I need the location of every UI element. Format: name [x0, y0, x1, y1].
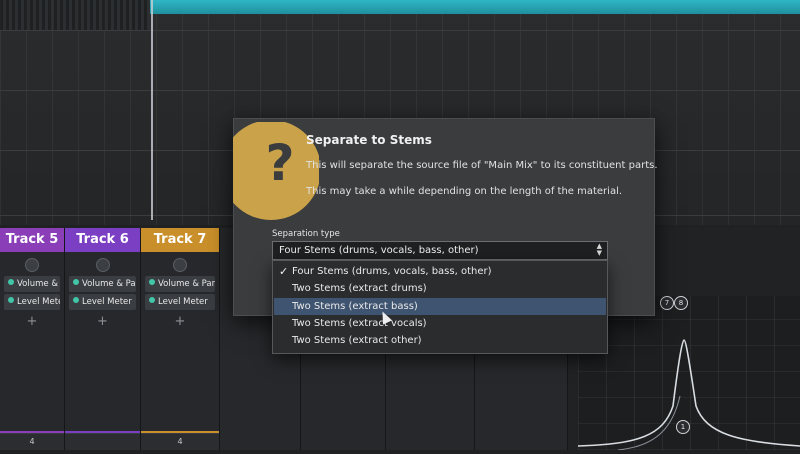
plugin-power-icon[interactable] [73, 297, 79, 303]
option-extract-vocals[interactable]: Two Stems (extract vocals) [274, 315, 606, 332]
separation-type-select[interactable]: Four Stems (drums, vocals, bass, other) … [272, 241, 608, 260]
eq-curve-panel[interactable]: 1 [577, 296, 800, 451]
add-plugin-icon[interactable]: + [141, 314, 219, 329]
eq-node[interactable]: 8 [674, 296, 688, 310]
mixer-strip-track-7[interactable]: Track 7 Volume & Pan Plugin Level Meter … [141, 228, 220, 450]
separation-type-options: ✓ Four Stems (drums, vocals, bass, other… [272, 260, 608, 354]
select-arrows-icon[interactable]: ▲ ▼ [597, 243, 602, 257]
pan-knob[interactable] [25, 258, 39, 272]
plugin-power-icon[interactable] [149, 279, 155, 285]
plugin-slot[interactable]: Volume & Pan Plugin [69, 276, 136, 292]
mixer-strip-track-5[interactable]: Track 5 Volume & Pan Plugin Level Meter … [0, 228, 65, 450]
plugin-label: Volume & Pan Plugin [82, 279, 136, 289]
plugin-power-icon[interactable] [8, 279, 14, 285]
option-label: Two Stems (extract vocals) [292, 318, 427, 329]
plugin-slot[interactable]: Level Meter [69, 294, 136, 310]
plugin-label: Level Meter [17, 297, 60, 307]
plugin-slot[interactable]: Volume & Pan Plugin [145, 276, 215, 292]
plugin-label: Volume & Pan Plugin [158, 279, 215, 289]
plugin-power-icon[interactable] [149, 297, 155, 303]
plugin-slot[interactable]: Level Meter [4, 294, 60, 310]
option-label: Two Stems (extract drums) [292, 283, 427, 294]
strip-footer-value: 4 [177, 437, 183, 446]
eq-node[interactable]: 7 [660, 296, 674, 310]
lane-divider [0, 90, 800, 91]
plugin-label: Level Meter [82, 297, 132, 307]
strip-footer: 4 [141, 433, 219, 450]
track-name[interactable]: Track 7 [141, 228, 219, 252]
pan-knob[interactable] [95, 258, 110, 272]
separation-type-label: Separation type [272, 229, 340, 239]
strip-footer: 4 [0, 433, 64, 450]
plugin-slot[interactable]: Volume & Pan Plugin [4, 276, 60, 292]
question-mark-glyph: ? [265, 134, 295, 192]
lane-divider [0, 30, 800, 31]
eq-node[interactable]: 1 [676, 420, 690, 434]
plugin-label: Level Meter [158, 297, 208, 307]
dialog-message: This may take a while depending on the l… [306, 186, 623, 197]
strip-footer-value: 4 [29, 437, 35, 446]
track-name[interactable]: Track 6 [65, 228, 140, 252]
pan-knob[interactable] [173, 258, 187, 272]
mixer-strip-track-6[interactable]: Track 6 Volume & Pan Plugin Level Meter … [65, 228, 141, 450]
plugin-label: Volume & Pan Plugin [17, 279, 60, 289]
checkmark-icon: ✓ [279, 265, 289, 278]
track-name[interactable]: Track 5 [0, 228, 64, 252]
option-label: Two Stems (extract bass) [292, 301, 418, 312]
plugin-slot[interactable]: Level Meter [145, 294, 215, 310]
option-extract-bass[interactable]: Two Stems (extract bass) [274, 298, 606, 315]
option-four-stems[interactable]: ✓ Four Stems (drums, vocals, bass, other… [274, 263, 606, 280]
plugin-power-icon[interactable] [73, 279, 79, 285]
add-plugin-icon[interactable]: + [65, 314, 140, 329]
option-label: Two Stems (extract other) [292, 335, 422, 346]
playhead[interactable] [151, 0, 153, 220]
audio-clip[interactable] [0, 0, 150, 30]
strip-footer [65, 433, 140, 450]
option-extract-drums[interactable]: Two Stems (extract drums) [274, 280, 606, 297]
plugin-power-icon[interactable] [8, 297, 14, 303]
dialog-message: This will separate the source file of "M… [306, 160, 658, 171]
option-label: Four Stems (drums, vocals, bass, other) [292, 266, 492, 277]
audio-clip[interactable] [150, 0, 800, 14]
option-extract-other[interactable]: Two Stems (extract other) [274, 332, 606, 349]
dialog-title: Separate to Stems [306, 133, 432, 147]
add-plugin-icon[interactable]: + [0, 314, 64, 329]
select-value: Four Stems (drums, vocals, bass, other) [279, 245, 479, 256]
